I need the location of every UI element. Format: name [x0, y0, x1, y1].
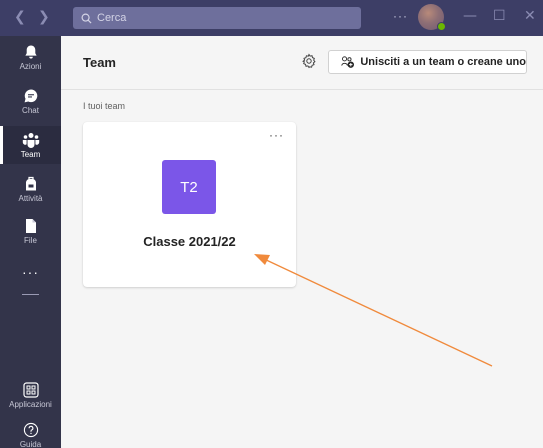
- rail-item-guida[interactable]: Guida: [0, 422, 61, 448]
- search-placeholder: Cerca: [97, 12, 127, 24]
- join-or-create-team-button[interactable]: Unisciti a un team o creane uno: [328, 50, 527, 74]
- rail-item-chat[interactable]: Chat: [0, 88, 61, 115]
- rail-item-label: Guida: [19, 440, 42, 448]
- rail-item-team[interactable]: Team: [0, 132, 61, 159]
- more-apps-button[interactable]: ···: [0, 264, 61, 280]
- rail-item-label: Team: [20, 150, 41, 159]
- team-initials: T2: [180, 178, 198, 196]
- back-icon[interactable]: ❮: [14, 9, 26, 25]
- more-options-button[interactable]: ···: [393, 9, 408, 23]
- search-icon: [81, 13, 92, 24]
- join-button-label: Unisciti a un team o creane uno: [360, 56, 526, 68]
- maximize-button[interactable]: ☐: [493, 8, 506, 24]
- rail-item-label: Attività: [18, 194, 43, 203]
- rail-divider: [22, 294, 39, 295]
- rail-item-label: File: [24, 236, 37, 245]
- minimize-button[interactable]: —: [463, 8, 477, 24]
- backpack-icon: [25, 176, 36, 191]
- rail-item-applicazioni[interactable]: Applicazioni: [0, 382, 61, 409]
- team-card[interactable]: ··· T2 Classe 2021/22: [83, 122, 296, 287]
- presence-indicator: [437, 22, 446, 31]
- help-icon: [23, 422, 38, 438]
- user-avatar[interactable]: [418, 4, 446, 31]
- add-team-icon: [341, 56, 354, 68]
- team-name[interactable]: Classe 2021/22: [83, 234, 296, 249]
- app-rail: Azioni Chat Team Attività File ··· Appli…: [0, 36, 61, 448]
- team-more-options-button[interactable]: ···: [269, 128, 284, 142]
- rail-item-label: Applicazioni: [9, 400, 52, 409]
- rail-item-label: Azioni: [19, 62, 42, 71]
- rail-item-attivita[interactable]: Attività: [0, 176, 61, 203]
- search-input[interactable]: Cerca: [73, 7, 361, 29]
- gear-icon[interactable]: [301, 53, 317, 69]
- forward-icon[interactable]: ❯: [38, 9, 50, 25]
- team-avatar: T2: [162, 160, 216, 214]
- rail-item-azioni[interactable]: Azioni: [0, 44, 61, 71]
- teams-icon: [22, 133, 39, 148]
- file-icon: [25, 219, 36, 233]
- apps-icon: [22, 382, 39, 398]
- chat-icon: [24, 89, 37, 103]
- bell-icon: [24, 45, 37, 59]
- page-title: Team: [83, 55, 116, 70]
- rail-item-file[interactable]: File: [0, 218, 61, 245]
- rail-item-label: Chat: [22, 106, 39, 115]
- section-label: I tuoi team: [83, 101, 126, 111]
- close-button[interactable]: ✕: [524, 8, 536, 24]
- title-bar: ❮ ❯ Cerca ··· — ☐ ✕: [0, 0, 543, 36]
- page-header: Team Unisciti a un team o creane uno: [61, 36, 543, 90]
